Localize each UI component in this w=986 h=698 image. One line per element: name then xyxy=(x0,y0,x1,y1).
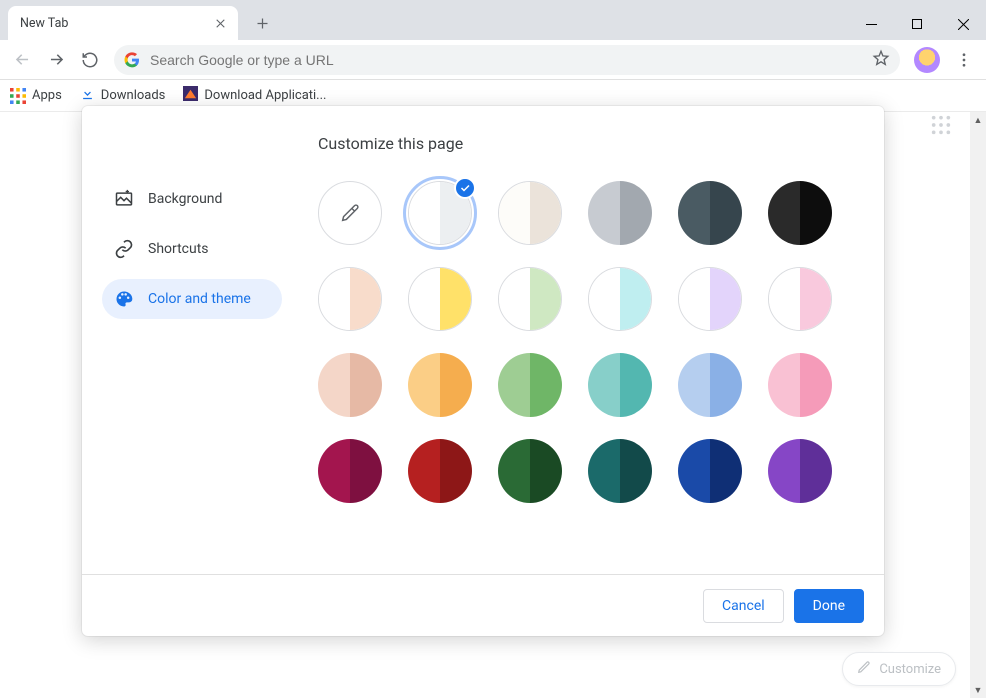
apps-icon xyxy=(10,88,26,104)
minimize-button[interactable] xyxy=(848,8,894,40)
profile-avatar[interactable] xyxy=(914,47,940,73)
close-window-button[interactable] xyxy=(940,8,986,40)
color-swatch-7[interactable] xyxy=(408,267,472,331)
dialog-sidebar: Background Shortcuts Color and theme xyxy=(82,171,292,574)
link-icon xyxy=(114,239,134,259)
check-icon xyxy=(454,177,476,199)
downloads-bookmark[interactable]: Downloads xyxy=(80,86,166,105)
color-swatch-14[interactable] xyxy=(498,353,562,417)
color-swatch-9[interactable] xyxy=(588,267,652,331)
download-app-label: Download Applicati... xyxy=(204,88,326,103)
background-icon xyxy=(114,189,134,209)
color-swatch-18[interactable] xyxy=(318,439,382,503)
download-app-bookmark[interactable]: Download Applicati... xyxy=(183,86,326,105)
color-swatch-11[interactable] xyxy=(768,267,832,331)
color-swatch-13[interactable] xyxy=(408,353,472,417)
shortcuts-grid-icon xyxy=(930,114,952,140)
forward-button[interactable] xyxy=(40,44,72,76)
sidebar-item-color-theme[interactable]: Color and theme xyxy=(102,279,282,319)
omnibox[interactable] xyxy=(114,45,900,75)
close-tab-icon[interactable] xyxy=(212,15,228,31)
color-swatch-1[interactable] xyxy=(408,181,472,245)
customize-dialog: Customize this page Background Shortcuts xyxy=(82,106,884,636)
browser-tab[interactable]: New Tab xyxy=(8,6,238,40)
color-swatch-19[interactable] xyxy=(408,439,472,503)
color-swatch-4[interactable] xyxy=(678,181,742,245)
page-content: Customize this page Background Shortcuts xyxy=(0,112,986,698)
done-button[interactable]: Done xyxy=(794,589,864,623)
download-icon xyxy=(80,86,95,105)
palette-icon xyxy=(114,289,134,309)
downloads-label: Downloads xyxy=(101,88,166,103)
eyedropper-icon xyxy=(339,202,361,224)
cancel-button[interactable]: Cancel xyxy=(703,589,784,623)
apps-shortcut[interactable]: Apps xyxy=(10,88,62,104)
color-swatch-23[interactable] xyxy=(768,439,832,503)
color-swatch-12[interactable] xyxy=(318,353,382,417)
toolbar xyxy=(0,40,986,80)
customize-label: Customize xyxy=(879,662,941,677)
color-swatch-22[interactable] xyxy=(678,439,742,503)
color-swatch-16[interactable] xyxy=(678,353,742,417)
back-button[interactable] xyxy=(6,44,38,76)
apps-label: Apps xyxy=(32,88,62,103)
customize-button[interactable]: Customize xyxy=(842,652,956,686)
maximize-button[interactable] xyxy=(894,8,940,40)
color-swatch-area xyxy=(292,171,884,574)
bookmark-star-icon[interactable] xyxy=(872,49,890,71)
window-controls xyxy=(848,8,986,40)
color-swatch-17[interactable] xyxy=(768,353,832,417)
fox-icon xyxy=(183,86,198,105)
sidebar-shortcuts-label: Shortcuts xyxy=(148,241,209,257)
color-swatch-10[interactable] xyxy=(678,267,742,331)
menu-button[interactable] xyxy=(948,44,980,76)
color-picker-swatch[interactable] xyxy=(318,181,382,245)
color-swatch-20[interactable] xyxy=(498,439,562,503)
done-label: Done xyxy=(813,598,845,614)
pencil-icon xyxy=(857,660,871,678)
tab-title: New Tab xyxy=(20,16,212,31)
color-swatch-6[interactable] xyxy=(318,267,382,331)
dialog-footer: Cancel Done xyxy=(82,574,884,636)
scroll-down-icon[interactable]: ▼ xyxy=(970,682,986,698)
color-swatch-2[interactable] xyxy=(498,181,562,245)
scroll-up-icon[interactable]: ▲ xyxy=(970,112,986,128)
new-tab-button[interactable] xyxy=(248,9,276,37)
sidebar-color-theme-label: Color and theme xyxy=(148,291,251,307)
sidebar-item-shortcuts[interactable]: Shortcuts xyxy=(102,229,282,269)
omnibox-input[interactable] xyxy=(150,52,872,68)
vertical-scrollbar[interactable]: ▲ ▼ xyxy=(970,112,986,698)
sidebar-background-label: Background xyxy=(148,191,222,207)
color-swatch-21[interactable] xyxy=(588,439,652,503)
color-swatch-3[interactable] xyxy=(588,181,652,245)
cancel-label: Cancel xyxy=(722,598,765,614)
color-swatch-5[interactable] xyxy=(768,181,832,245)
google-icon xyxy=(124,52,140,68)
dialog-title: Customize this page xyxy=(82,106,884,171)
reload-button[interactable] xyxy=(74,44,106,76)
color-swatch-15[interactable] xyxy=(588,353,652,417)
sidebar-item-background[interactable]: Background xyxy=(102,179,282,219)
color-swatch-8[interactable] xyxy=(498,267,562,331)
titlebar: New Tab xyxy=(0,0,986,40)
